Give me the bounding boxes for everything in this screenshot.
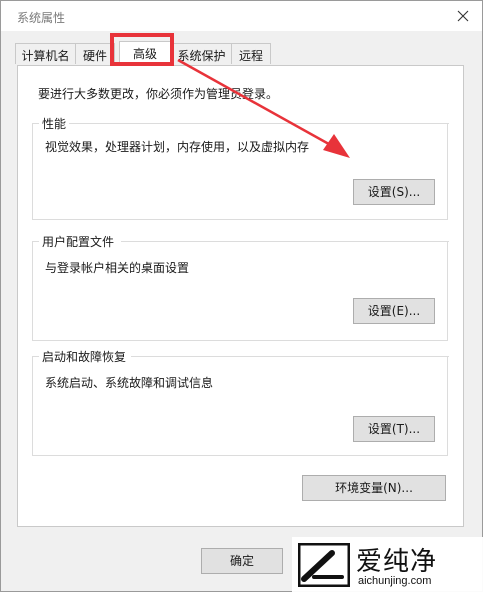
group-border bbox=[33, 241, 39, 242]
tab-hardware[interactable]: 硬件 bbox=[75, 43, 115, 64]
group-border bbox=[33, 356, 39, 357]
performance-description: 视觉效果，处理器计划，内存使用，以及虚拟内存 bbox=[45, 140, 310, 154]
ok-button[interactable]: 确定 bbox=[201, 548, 283, 574]
system-properties-window: 系统属性 计算机名 硬件 高级 系统保护 远程 要进行大多数更改，你必须作为管理… bbox=[0, 0, 483, 592]
close-button[interactable] bbox=[450, 4, 476, 28]
title-bar[interactable]: 系统属性 bbox=[1, 1, 482, 31]
watermark-url: aichunjing.com bbox=[358, 575, 432, 587]
user-profiles-title: 用户配置文件 bbox=[41, 233, 116, 250]
environment-variables-button[interactable]: 环境变量(N)... bbox=[302, 475, 446, 501]
tab-computer-name[interactable]: 计算机名 bbox=[15, 43, 76, 64]
user-profiles-group: 用户配置文件 与登录帐户相关的桌面设置 设置(E)... bbox=[32, 233, 449, 341]
performance-title: 性能 bbox=[41, 115, 68, 132]
admin-note: 要进行大多数更改，你必须作为管理员登录。 bbox=[38, 87, 279, 101]
highlight-box bbox=[110, 33, 174, 66]
window-title: 系统属性 bbox=[17, 11, 66, 25]
tab-remote[interactable]: 远程 bbox=[231, 43, 271, 64]
startup-recovery-description: 系统启动、系统故障和调试信息 bbox=[45, 376, 214, 390]
close-icon bbox=[457, 10, 469, 22]
user-profiles-description: 与登录帐户相关的桌面设置 bbox=[45, 261, 190, 275]
group-border bbox=[69, 123, 449, 124]
watermark-name: 爱纯净 bbox=[356, 547, 438, 577]
performance-group: 性能 视觉效果，处理器计划，内存使用，以及虚拟内存 设置(S)... bbox=[32, 115, 449, 220]
tab-system-protection[interactable]: 系统保护 bbox=[171, 43, 232, 64]
advanced-panel: 要进行大多数更改，你必须作为管理员登录。 性能 视觉效果，处理器计划，内存使用，… bbox=[17, 65, 464, 527]
watermark: 爱纯净 aichunjing.com bbox=[292, 537, 483, 592]
group-border bbox=[33, 123, 39, 124]
startup-recovery-group: 启动和故障恢复 系统启动、系统故障和调试信息 设置(T)... bbox=[32, 348, 449, 456]
startup-recovery-title: 启动和故障恢复 bbox=[41, 348, 128, 365]
watermark-logo-icon bbox=[298, 543, 350, 587]
startup-recovery-settings-button[interactable]: 设置(T)... bbox=[353, 416, 435, 442]
performance-settings-button[interactable]: 设置(S)... bbox=[353, 179, 435, 205]
group-border bbox=[131, 356, 449, 357]
group-border bbox=[121, 241, 449, 242]
user-profiles-settings-button[interactable]: 设置(E)... bbox=[353, 298, 435, 324]
